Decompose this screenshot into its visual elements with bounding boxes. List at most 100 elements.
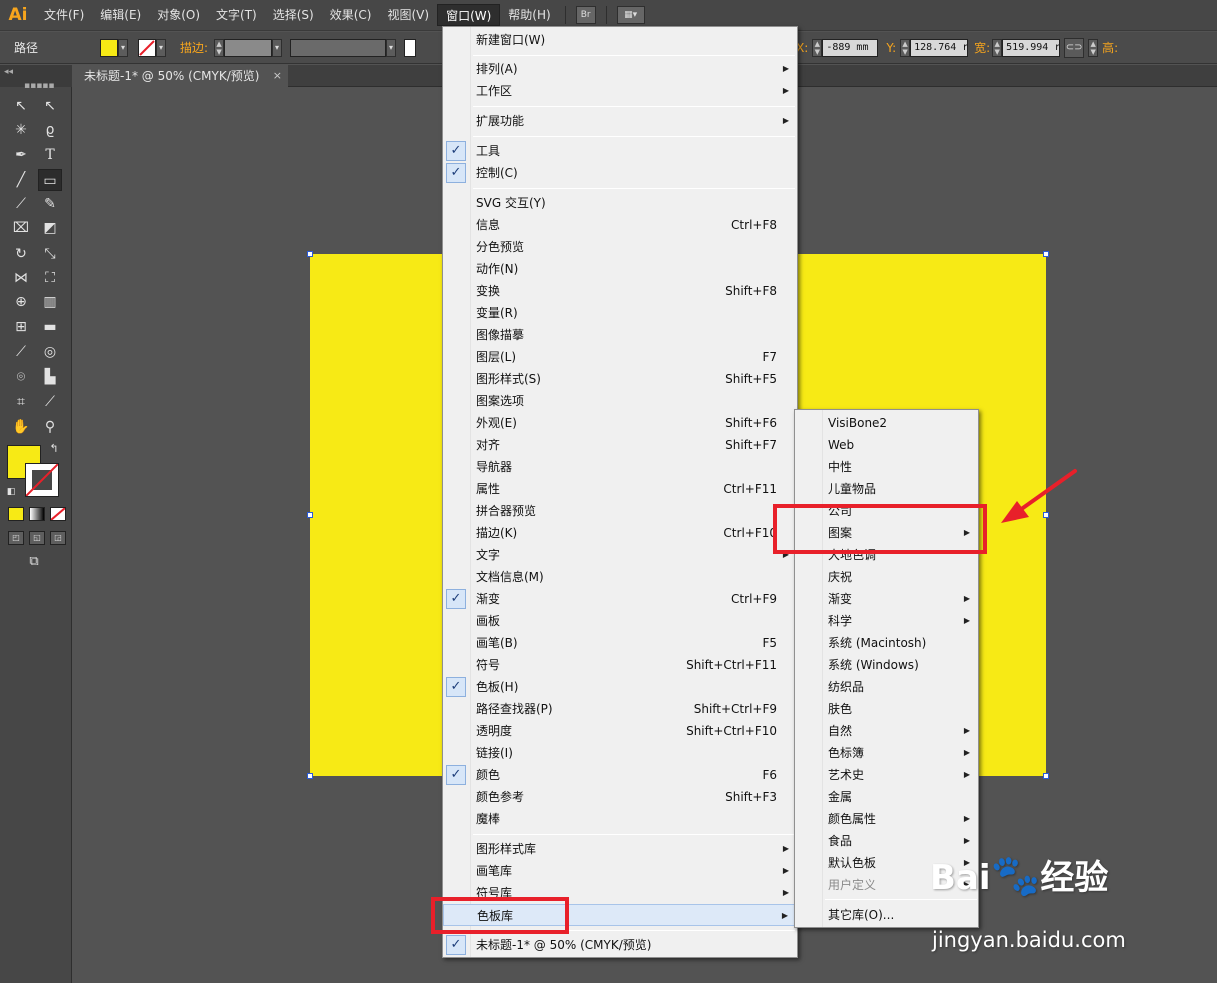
menu-item-separations-preview[interactable]: 分色预览: [443, 236, 797, 258]
menu-item-transform[interactable]: 变换 Shift+F8: [443, 280, 797, 302]
column-graph-tool-icon[interactable]: ▙: [38, 366, 62, 388]
width-stepper[interactable]: ▲ ▼: [992, 38, 1003, 57]
menu-item-navigator[interactable]: 导航器: [443, 456, 797, 478]
gradient-mode-icon[interactable]: [29, 507, 45, 521]
menu-item-document-window[interactable]: ✓ 未标题-1* @ 50% (CMYK/预览): [443, 934, 797, 956]
free-transform-tool-icon[interactable]: ⛶: [38, 267, 62, 289]
draw-inside-icon[interactable]: ◲: [50, 531, 66, 545]
rectangle-tool-icon[interactable]: ▭: [38, 169, 62, 191]
fill-color-swatch[interactable]: [100, 38, 119, 57]
menu-item-info[interactable]: 信息 Ctrl+F8: [443, 214, 797, 236]
menu-item-variables[interactable]: 变量(R): [443, 302, 797, 324]
selection-handle[interactable]: [307, 251, 313, 257]
slice-tool-icon[interactable]: ⟋: [38, 391, 62, 413]
height-stepper[interactable]: ▲ ▼: [1088, 38, 1099, 57]
menu-item-appearance[interactable]: 外观(E) Shift+F6: [443, 412, 797, 434]
bridge-icon[interactable]: Br: [575, 6, 596, 24]
hand-tool-icon[interactable]: ✋: [9, 416, 33, 438]
submenu-item-color-books[interactable]: 色标簿 ▶: [795, 742, 978, 764]
width-input[interactable]: 519.994 r: [1002, 38, 1061, 57]
profile-dropdown-icon[interactable]: ▾: [386, 38, 397, 57]
menu-help[interactable]: 帮助(H): [500, 4, 558, 26]
variable-width-profile[interactable]: [290, 38, 387, 57]
document-tab[interactable]: 未标题-1* @ 50% (CMYK/预览) ×: [74, 65, 288, 87]
brush-definition[interactable]: [404, 38, 417, 57]
mesh-tool-icon[interactable]: ⊞: [9, 316, 33, 338]
menu-object[interactable]: 对象(O): [149, 4, 208, 26]
y-stepper[interactable]: ▲ ▼: [900, 38, 911, 57]
submenu-item-neutral[interactable]: 中性: [795, 456, 978, 478]
menu-item-attributes[interactable]: 属性 Ctrl+F11: [443, 478, 797, 500]
menu-window[interactable]: 窗口(W): [437, 4, 501, 26]
submenu-item-color-properties[interactable]: 颜色属性 ▶: [795, 808, 978, 830]
rotate-tool-icon[interactable]: ↻: [9, 243, 33, 265]
selection-tool-icon[interactable]: ↖: [9, 95, 33, 117]
close-tab-icon[interactable]: ×: [273, 65, 282, 87]
blend-tool-icon[interactable]: ◎: [38, 341, 62, 363]
stroke-weight-input[interactable]: [224, 38, 273, 57]
submenu-item-metal[interactable]: 金属: [795, 786, 978, 808]
selection-handle[interactable]: [307, 512, 313, 518]
menu-item-arrange[interactable]: 排列(A) ▶: [443, 58, 797, 80]
menu-item-gradient[interactable]: ✓ 渐变 Ctrl+F9: [443, 588, 797, 610]
stroke-none-swatch[interactable]: [138, 38, 157, 57]
line-tool-icon[interactable]: ╱: [9, 169, 33, 191]
menu-effect[interactable]: 效果(C): [322, 4, 380, 26]
menu-edit[interactable]: 编辑(E): [92, 4, 149, 26]
tools-panel-grip[interactable]: ◂◂ ▪▪▪▪▪: [0, 65, 72, 91]
link-icon[interactable]: ⊂⊃: [1064, 37, 1085, 58]
menu-item-graphic-style-libraries[interactable]: 图形样式库 ▶: [443, 838, 797, 860]
draw-normal-icon[interactable]: ◰: [8, 531, 24, 545]
menu-item-type[interactable]: 文字 ▶: [443, 544, 797, 566]
direct-selection-tool-icon[interactable]: ↖: [38, 95, 62, 117]
scale-tool-icon[interactable]: ⤡: [38, 243, 62, 265]
menu-item-brushes[interactable]: 画笔(B) F5: [443, 632, 797, 654]
fill-dropdown-icon[interactable]: ▾: [118, 38, 129, 57]
menu-type[interactable]: 文字(T): [208, 4, 265, 26]
menu-item-color[interactable]: ✓ 颜色 F6: [443, 764, 797, 786]
menu-item-symbols[interactable]: 符号 Shift+Ctrl+F11: [443, 654, 797, 676]
menu-item-swatches[interactable]: ✓ 色板(H): [443, 676, 797, 698]
menu-item-extensions[interactable]: 扩展功能 ▶: [443, 110, 797, 132]
x-stepper[interactable]: ▲ ▼: [812, 38, 823, 57]
paintbrush-tool-icon[interactable]: ⟋: [9, 193, 33, 215]
submenu-item-visibone2[interactable]: VisiBone2: [795, 412, 978, 434]
menu-item-color-guide[interactable]: 颜色参考 Shift+F3: [443, 786, 797, 808]
menu-item-control[interactable]: ✓ 控制(C): [443, 162, 797, 184]
y-input[interactable]: 128.764 r: [910, 38, 969, 57]
stroke-swatch[interactable]: [25, 463, 59, 497]
blob-brush-tool-icon[interactable]: ⌧: [9, 217, 33, 239]
screen-mode-icon[interactable]: ⧉: [22, 551, 46, 573]
menu-item-pathfinder[interactable]: 路径查找器(P) Shift+Ctrl+F9: [443, 698, 797, 720]
submenu-item-system-macintosh[interactable]: 系统 (Macintosh): [795, 632, 978, 654]
selection-handle[interactable]: [307, 773, 313, 779]
draw-behind-icon[interactable]: ◱: [29, 531, 45, 545]
menu-item-svg-interactivity[interactable]: SVG 交互(Y): [443, 192, 797, 214]
submenu-item-foods[interactable]: 食品 ▶: [795, 830, 978, 852]
lasso-tool-icon[interactable]: ϱ: [38, 119, 62, 141]
menu-item-stroke[interactable]: 描边(K) Ctrl+F10: [443, 522, 797, 544]
gradient-tool-icon[interactable]: ▬: [38, 316, 62, 338]
submenu-item-skintones[interactable]: 肤色: [795, 698, 978, 720]
submenu-item-system-windows[interactable]: 系统 (Windows): [795, 654, 978, 676]
symbol-sprayer-tool-icon[interactable]: ⌾: [9, 366, 33, 388]
selection-handle[interactable]: [1043, 773, 1049, 779]
arrange-documents-icon[interactable]: ▦▾: [616, 6, 645, 24]
menu-item-artboards[interactable]: 画板: [443, 610, 797, 632]
menu-item-new-window[interactable]: 新建窗口(W): [443, 29, 797, 51]
menu-item-brush-libraries[interactable]: 画笔库 ▶: [443, 860, 797, 882]
menu-item-document-info[interactable]: 文档信息(M): [443, 566, 797, 588]
magic-wand-tool-icon[interactable]: ✳: [9, 119, 33, 141]
menu-item-links[interactable]: 链接(I): [443, 742, 797, 764]
swap-colors-icon[interactable]: ↰: [46, 441, 62, 457]
stroke-weight-dropdown-icon[interactable]: ▾: [272, 38, 283, 57]
color-mode-icon[interactable]: [8, 507, 24, 521]
menu-item-align[interactable]: 对齐 Shift+F7: [443, 434, 797, 456]
menu-item-tools[interactable]: ✓ 工具: [443, 140, 797, 162]
submenu-item-gradients[interactable]: 渐变 ▶: [795, 588, 978, 610]
default-colors-icon[interactable]: ◧: [4, 485, 18, 499]
width-tool-icon[interactable]: ⋈: [9, 267, 33, 289]
none-mode-icon[interactable]: [50, 507, 66, 521]
submenu-item-celebration[interactable]: 庆祝: [795, 566, 978, 588]
submenu-item-kids-stuff[interactable]: 儿童物品: [795, 478, 978, 500]
